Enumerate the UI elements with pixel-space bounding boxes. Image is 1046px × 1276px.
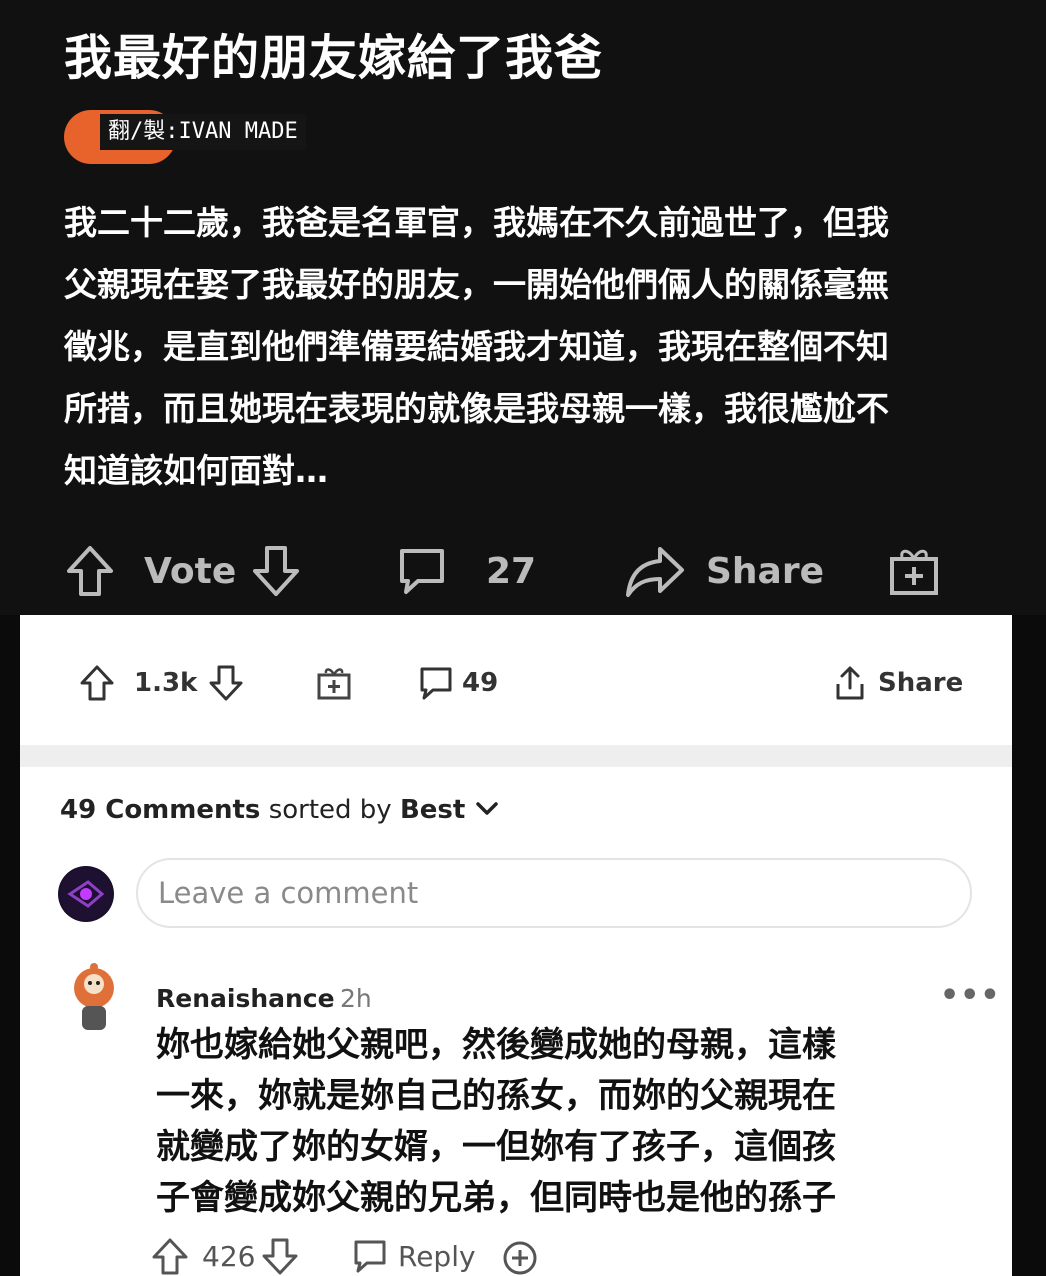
share-button[interactable]: Share: [816, 645, 976, 721]
vote-pill: 1.3k: [60, 645, 268, 721]
downvote-icon: [253, 546, 299, 596]
section-divider: [20, 745, 1012, 767]
comments-count-label: 49 Comments: [60, 795, 261, 825]
upvote-icon: [67, 546, 113, 596]
share-label: Share: [706, 550, 825, 592]
comment-line: 妳也嫁給她父親吧，然後變成她的母親，這樣: [156, 1025, 836, 1065]
comment-bubble-icon: [354, 1240, 386, 1273]
comment-bubble-icon: [420, 667, 452, 700]
post-action-bar-dark: Vote 27 Share: [64, 536, 984, 606]
post-body-line: 所措，而且她現在表現的就像是我母親一樣，我很尷尬不: [64, 389, 889, 428]
comments-count: 49: [462, 668, 499, 698]
comment-action-bar: 426 Reply: [150, 1236, 570, 1276]
snoo-avatar-icon: [74, 963, 114, 1030]
share-arrow-icon: [626, 547, 684, 597]
comments-button[interactable]: 49: [400, 645, 520, 721]
comments-count: 27: [486, 550, 537, 592]
gift-icon: [317, 668, 351, 700]
sort-value[interactable]: Best: [400, 795, 465, 825]
vote-count: 1.3k: [134, 668, 198, 698]
post-body-line: 我二十二歲，我爸是名軍官，我媽在不久前過世了，但我: [64, 203, 889, 242]
post-body-line: 徵兆，是直到他們準備要結婚我才知道，我現在整個不知: [64, 327, 889, 366]
comment-username[interactable]: Renaishance: [156, 984, 335, 1013]
share-button[interactable]: Share: [624, 536, 824, 606]
award-button[interactable]: [296, 645, 372, 721]
chevron-down-icon[interactable]: [474, 800, 500, 818]
comment-award-button[interactable]: [500, 1236, 540, 1276]
comment-body: 妳也嫁給她父親吧，然後變成她的母親，這樣 一來，妳就是妳自己的孫女，而妳的父親現…: [156, 1020, 946, 1224]
gift-icon: [890, 549, 938, 595]
user-avatar[interactable]: [58, 866, 114, 922]
award-plus-icon: [503, 1241, 537, 1275]
commenter-avatar[interactable]: [64, 962, 124, 1036]
post-title: 我最好的朋友嫁給了我爸: [64, 30, 604, 86]
share-label: Share: [878, 668, 964, 698]
post-action-bar: 1.3k 49 Share: [60, 645, 976, 721]
comment-timestamp: 2h: [340, 984, 372, 1013]
downvote-button[interactable]: [250, 536, 302, 606]
comments-button[interactable]: 27: [394, 536, 536, 606]
downvote-icon[interactable]: [207, 663, 245, 703]
post-body-line: 知道該如何面對…: [64, 451, 328, 490]
comment-input[interactable]: Leave a comment: [136, 858, 972, 928]
credit-label: 翻/製:IVAN MADE: [100, 114, 306, 150]
comment-line: 子會變成妳父親的兄弟，但同時也是他的孫子: [156, 1178, 836, 1218]
comment-line: 就變成了妳的女婿，一但妳有了孩子，這個孩: [156, 1127, 836, 1167]
reply-button[interactable]: Reply: [350, 1236, 476, 1276]
downvote-icon: [262, 1238, 298, 1275]
comment-input-placeholder: Leave a comment: [158, 876, 419, 910]
comment-downvote-button[interactable]: [260, 1236, 300, 1276]
post-body: 我二十二歲，我爸是名軍官，我媽在不久前過世了，但我 父親現在娶了我最好的朋友，一…: [64, 192, 1004, 502]
comment-upvote-button[interactable]: [150, 1236, 190, 1276]
share-icon: [836, 666, 864, 700]
comment-bubble-icon: [400, 549, 444, 594]
comment-sort[interactable]: 49 Comments sorted by Best: [60, 795, 500, 825]
upvote-button[interactable]: [64, 536, 116, 606]
vote-label: Vote: [144, 550, 237, 592]
comment-vote-count: 426: [202, 1239, 256, 1273]
avatar-icon: [60, 868, 112, 920]
award-button[interactable]: [886, 536, 942, 606]
more-options-icon[interactable]: •••: [940, 978, 1001, 1013]
sorted-by-label: sorted by: [268, 795, 392, 825]
reply-label: Reply: [398, 1239, 476, 1273]
post-body-line: 父親現在娶了我最好的朋友，一開始他們倆人的關係毫無: [64, 265, 889, 304]
upvote-icon: [152, 1238, 188, 1275]
upvote-icon[interactable]: [78, 663, 116, 703]
comment-line: 一來，妳就是妳自己的孫女，而妳的父親現在: [156, 1076, 836, 1116]
